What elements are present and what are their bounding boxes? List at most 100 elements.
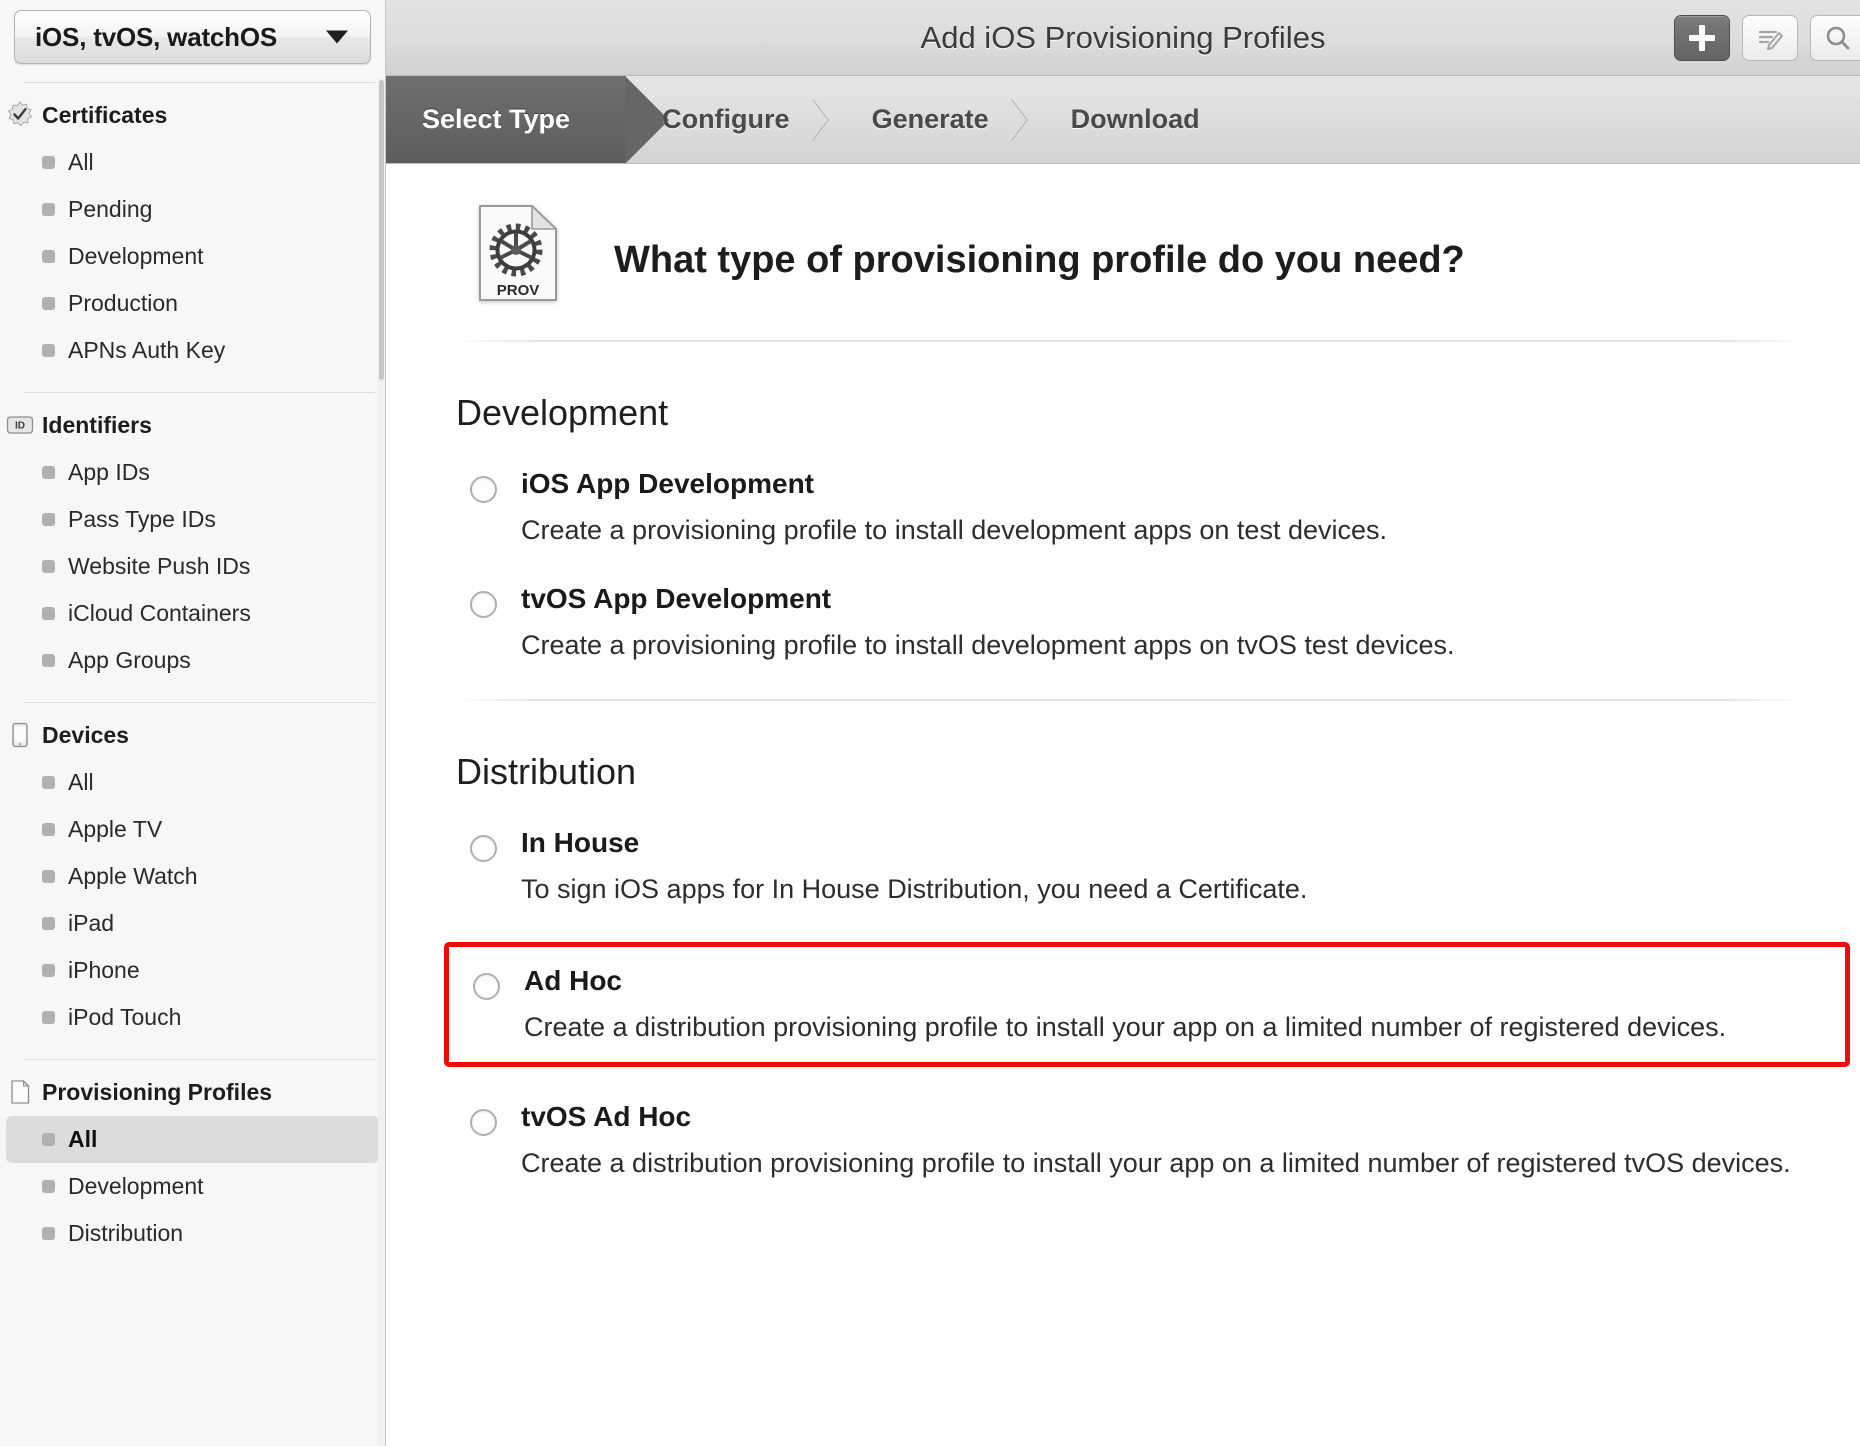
edit-pencil-icon [1758, 30, 1783, 50]
option-description: Create a provisioning profile to install… [521, 515, 1387, 545]
sidebar-item-certificates-pending[interactable]: Pending [6, 186, 379, 233]
sidebar-item-apple-watch[interactable]: Apple Watch [6, 853, 379, 900]
option-body: In House To sign iOS apps for In House D… [521, 827, 1860, 908]
sidebar: iOS, tvOS, watchOS Certificates All Pend… [0, 0, 386, 1446]
sidebar-item-certificates-production[interactable]: Production [6, 280, 379, 327]
bullet-icon [42, 344, 55, 357]
sidebar-item-label: iPod Touch [68, 1004, 182, 1030]
sidebar-item-label: App Groups [68, 647, 191, 673]
radio-button[interactable] [470, 1109, 497, 1136]
step-select-type[interactable]: Select Type [386, 76, 670, 163]
sidebar-item-apple-tv[interactable]: Apple TV [6, 806, 379, 853]
step-label: Configure [662, 104, 790, 134]
option-ad-hoc[interactable]: Ad Hoc Create a distribution provisionin… [459, 965, 1829, 1046]
add-button[interactable] [1674, 14, 1730, 61]
bullet-icon [42, 870, 55, 883]
device-icon [6, 721, 34, 749]
sidebar-item-website-push-ids[interactable]: Website Push IDs [6, 543, 379, 590]
sidebar-item-label: All [68, 1126, 98, 1152]
sidebar-item-label: iPad [68, 910, 115, 936]
platform-select[interactable]: iOS, tvOS, watchOS [14, 10, 371, 64]
sidebar-item-ipod-touch[interactable]: iPod Touch [6, 994, 379, 1041]
sidebar-item-icloud-containers[interactable]: iCloud Containers [6, 590, 379, 637]
content-area: PROV What type of provisioning profile d… [386, 164, 1860, 1446]
sidebar-item-ipad[interactable]: iPad [6, 900, 379, 947]
group-header-certificates: Certificates [0, 89, 385, 139]
nav-group-identifiers: ID Identifiers App IDs Pass Type IDs Web… [0, 393, 385, 684]
section-title: Development [456, 392, 669, 433]
prov-icon-label: PROV [497, 282, 540, 299]
option-title: Ad Hoc [524, 964, 622, 996]
step-navigation: Select Type Configure Generate Download [386, 76, 1860, 164]
bullet-icon [42, 203, 55, 216]
divider [456, 698, 1804, 701]
sidebar-item-label: Apple TV [68, 816, 163, 842]
sidebar-item-certificates-development[interactable]: Development [6, 233, 379, 280]
option-title: tvOS App Development [521, 583, 832, 615]
bullet-icon [42, 1011, 55, 1024]
bullet-icon [42, 1180, 55, 1193]
search-button[interactable] [1810, 14, 1860, 61]
sidebar-item-iphone[interactable]: iPhone [6, 947, 379, 994]
bullet-icon [42, 560, 55, 573]
radio-button[interactable] [470, 834, 497, 862]
sidebar-item-label: App IDs [68, 459, 150, 485]
sidebar-item-provisioning-profiles-distribution[interactable]: Distribution [6, 1210, 379, 1257]
bullet-icon [42, 823, 55, 836]
sidebar-item-provisioning-profiles-development[interactable]: Development [6, 1163, 379, 1210]
radio-button[interactable] [470, 591, 497, 619]
provisioning-profile-document-icon: PROV [478, 204, 558, 302]
sidebar-item-label: Website Push IDs [68, 553, 251, 579]
radio-button[interactable] [470, 476, 497, 503]
option-tvos-ad-hoc[interactable]: tvOS Ad Hoc Create a distribution provis… [456, 1101, 1860, 1182]
bullet-icon [42, 654, 55, 667]
sidebar-scrollbar-thumb[interactable] [379, 80, 384, 380]
option-title: tvOS Ad Hoc [521, 1101, 692, 1132]
sidebar-item-label: iPhone [68, 957, 140, 983]
option-ios-app-development[interactable]: iOS App Development Create a provisionin… [456, 468, 1860, 549]
sidebar-item-label: Pending [68, 196, 153, 222]
option-body: tvOS App Development Create a provisioni… [521, 583, 1860, 664]
option-description: Create a distribution provisioning profi… [524, 1011, 1727, 1042]
bullet-icon [42, 297, 55, 310]
step-label: Generate [871, 104, 989, 134]
group-label: Provisioning Profiles [42, 1078, 273, 1105]
app-window: iOS, tvOS, watchOS Certificates All Pend… [0, 0, 1860, 1446]
bullet-icon [42, 513, 55, 526]
sidebar-item-certificates-all[interactable]: All [6, 139, 379, 186]
sidebar-item-pass-type-ids[interactable]: Pass Type IDs [6, 496, 379, 543]
radio-button[interactable] [473, 972, 500, 1000]
step-configure[interactable]: Configure [626, 76, 836, 163]
nav-group-certificates: Certificates All Pending Development Pro… [0, 83, 385, 374]
sidebar-item-label: APNs Auth Key [68, 337, 226, 363]
option-body: Ad Hoc Create a distribution provisionin… [524, 965, 1829, 1046]
divider [456, 340, 1804, 342]
titlebar-actions [1674, 14, 1860, 61]
sidebar-item-certificates-apns-auth-key[interactable]: APNs Auth Key [6, 327, 379, 374]
sidebar-item-app-ids[interactable]: App IDs [6, 449, 379, 496]
bullet-icon [42, 1133, 55, 1146]
step-download[interactable]: Download [1035, 76, 1246, 163]
step-label: Select Type [422, 104, 571, 134]
option-tvos-app-development[interactable]: tvOS App Development Create a provisioni… [456, 583, 1860, 664]
sidebar-item-label: Apple Watch [68, 863, 198, 889]
group-label: Identifiers [42, 411, 152, 438]
sidebar-item-label: Production [68, 290, 178, 316]
id-badge-icon: ID [6, 411, 34, 439]
sidebar-item-app-groups[interactable]: App Groups [6, 637, 379, 684]
step-label: Download [1070, 104, 1200, 134]
section-distribution: Distribution In House To sign iOS apps f… [386, 751, 1860, 1183]
document-icon [6, 1078, 34, 1106]
option-description: To sign iOS apps for In House Distributi… [521, 873, 1308, 904]
option-in-house[interactable]: In House To sign iOS apps for In House D… [456, 827, 1860, 908]
edit-button[interactable] [1742, 14, 1798, 61]
step-generate[interactable]: Generate [836, 76, 1035, 163]
sidebar-item-label: iCloud Containers [68, 600, 251, 626]
sidebar-item-provisioning-profiles-all[interactable]: All [6, 1116, 379, 1163]
option-body: iOS App Development Create a provisionin… [521, 468, 1860, 549]
group-header-devices: Devices [0, 709, 385, 759]
platform-select-value: iOS, tvOS, watchOS [35, 21, 278, 52]
section-title: Distribution [456, 750, 637, 792]
sidebar-item-devices-all[interactable]: All [6, 759, 379, 806]
bullet-icon [42, 917, 55, 930]
